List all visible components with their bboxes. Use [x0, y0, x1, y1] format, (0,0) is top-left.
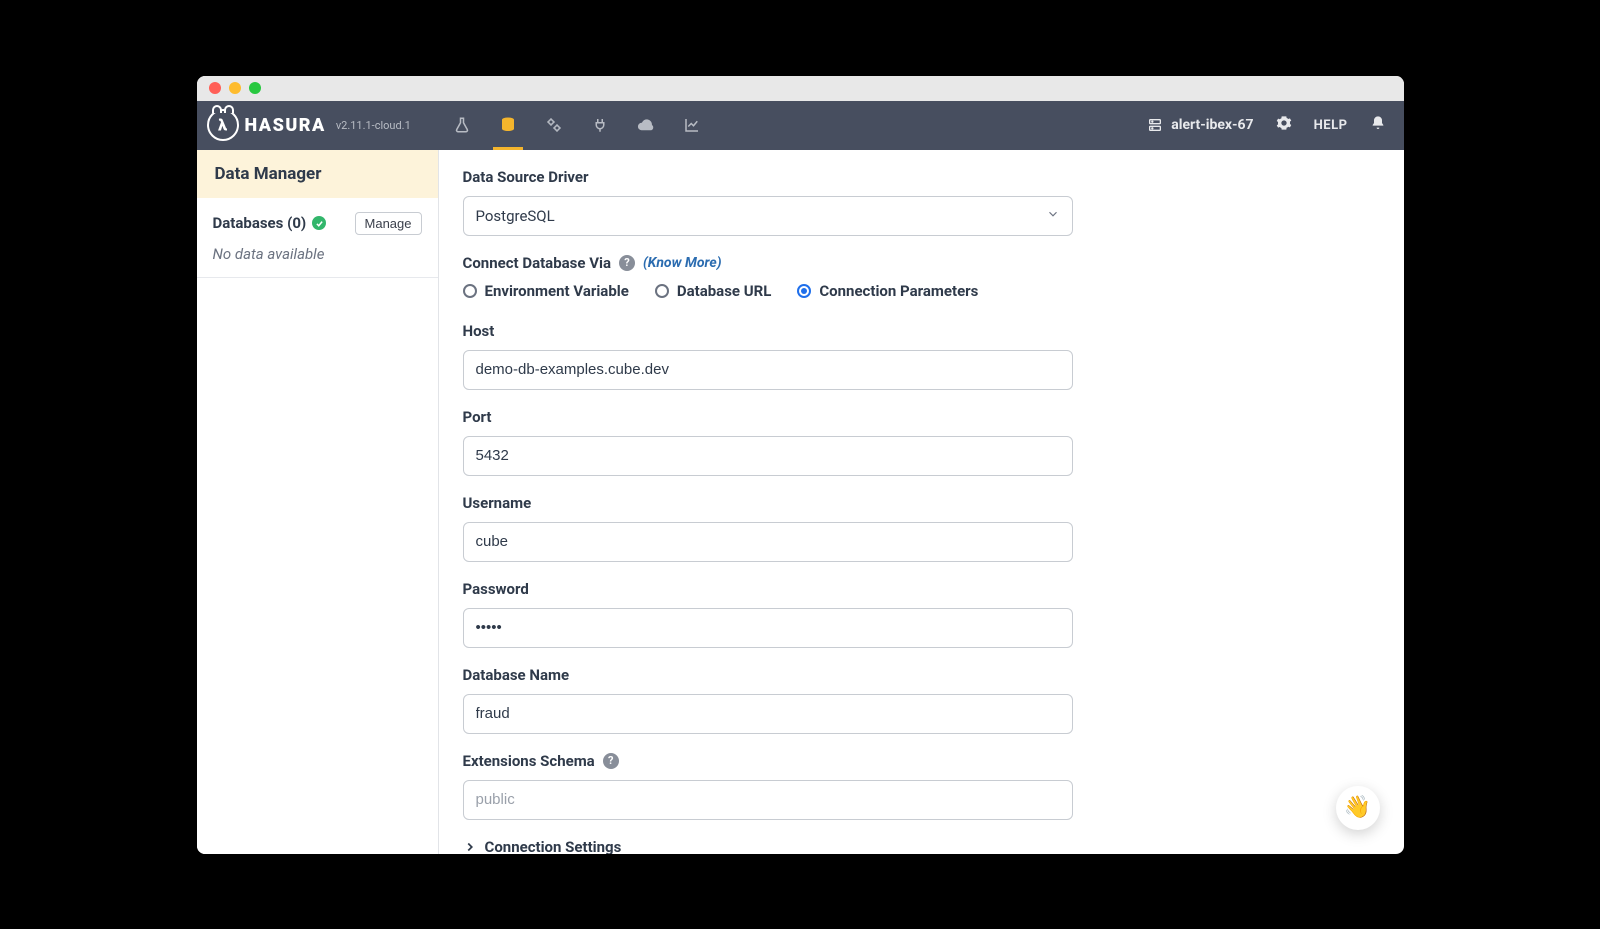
app-window: λ HASURA v2.11.1-cloud.1 — [197, 76, 1404, 854]
project-name: alert-ibex-67 — [1171, 117, 1253, 133]
traffic-light-minimize[interactable] — [229, 82, 241, 94]
main-content: Data Source Driver PostgreSQL Connect Da… — [439, 150, 1404, 854]
radio-icon — [655, 284, 669, 298]
expander-connection-settings[interactable]: Connection Settings — [463, 838, 1380, 854]
stack-icon — [1147, 117, 1163, 133]
dbname-input[interactable] — [476, 705, 1060, 722]
help-icon[interactable]: ? — [603, 753, 619, 769]
chart-line-icon — [683, 116, 701, 134]
dbname-label: Database Name — [463, 666, 1380, 684]
nav-data[interactable] — [485, 101, 531, 150]
ext-schema-input[interactable] — [476, 791, 1060, 808]
driver-select[interactable]: PostgreSQL — [463, 196, 1073, 236]
nav-api-explorer[interactable] — [439, 101, 485, 150]
gear-icon — [1276, 115, 1292, 131]
connect-via-row: Connect Database Via ? (Know More) — [463, 254, 1380, 272]
password-label: Password — [463, 580, 1380, 598]
status-ok-icon — [312, 216, 326, 230]
radio-database-url[interactable]: Database URL — [655, 282, 772, 300]
brand-name: HASURA — [245, 115, 326, 136]
project-chip[interactable]: alert-ibex-67 — [1147, 117, 1253, 133]
traffic-light-zoom[interactable] — [249, 82, 261, 94]
radio-icon — [463, 284, 477, 298]
ext-schema-row: Extensions Schema ? — [463, 752, 1380, 770]
help-icon[interactable]: ? — [619, 255, 635, 271]
brand-area: λ HASURA v2.11.1-cloud.1 — [197, 101, 439, 150]
hasura-logo-icon: λ — [207, 109, 239, 141]
brand-version: v2.11.1-cloud.1 — [336, 119, 411, 132]
chevron-down-icon — [1046, 207, 1060, 225]
radio-env-variable[interactable]: Environment Variable — [463, 282, 629, 300]
username-input[interactable] — [476, 533, 1060, 550]
nav-monitoring[interactable] — [669, 101, 715, 150]
flask-icon — [453, 116, 471, 134]
radio-connection-params[interactable]: Connection Parameters — [797, 282, 978, 300]
gears-icon — [545, 116, 563, 134]
ext-schema-label: Extensions Schema — [463, 752, 595, 770]
ext-schema-input-wrap — [463, 780, 1073, 820]
mac-titlebar — [197, 76, 1404, 101]
port-input-wrap — [463, 436, 1073, 476]
database-icon — [499, 116, 517, 134]
topbar: λ HASURA v2.11.1-cloud.1 — [197, 101, 1404, 150]
connect-via-label: Connect Database Via — [463, 254, 612, 272]
connect-via-radio-group: Environment Variable Database URL Connec… — [463, 282, 1380, 300]
username-input-wrap — [463, 522, 1073, 562]
notifications-button[interactable] — [1370, 115, 1386, 135]
radio-checked-icon — [797, 284, 811, 298]
dbname-input-wrap — [463, 694, 1073, 734]
topbar-right: alert-ibex-67 HELP — [1147, 101, 1403, 150]
password-input-wrap — [463, 608, 1073, 648]
driver-label: Data Source Driver — [463, 168, 1380, 186]
plug-icon — [591, 116, 609, 134]
host-input-wrap — [463, 350, 1073, 390]
port-input[interactable] — [476, 447, 1060, 464]
driver-value: PostgreSQL — [476, 207, 555, 225]
host-label: Host — [463, 322, 1380, 340]
password-input[interactable] — [476, 619, 1060, 636]
nav-events[interactable] — [623, 101, 669, 150]
sidebar: Data Manager Databases (0) Manage No dat… — [197, 150, 439, 854]
databases-label: Databases (0) — [213, 214, 307, 232]
know-more-link[interactable]: (Know More) — [643, 255, 722, 271]
settings-button[interactable] — [1276, 115, 1292, 135]
username-label: Username — [463, 494, 1380, 512]
no-data-text: No data available — [213, 245, 422, 263]
help-fab[interactable]: 👋 — [1336, 786, 1380, 830]
host-input[interactable] — [476, 361, 1060, 378]
help-link[interactable]: HELP — [1314, 118, 1348, 133]
wave-emoji-icon: 👋 — [1344, 795, 1371, 820]
manage-button[interactable]: Manage — [355, 212, 422, 235]
nav-actions[interactable] — [531, 101, 577, 150]
body: Data Manager Databases (0) Manage No dat… — [197, 150, 1404, 854]
traffic-light-close[interactable] — [209, 82, 221, 94]
chevron-right-icon — [463, 840, 477, 854]
sidebar-header: Data Manager — [197, 150, 438, 198]
port-label: Port — [463, 408, 1380, 426]
cloud-icon — [637, 116, 655, 134]
top-nav — [439, 101, 715, 150]
bell-icon — [1370, 115, 1386, 131]
nav-remote-schemas[interactable] — [577, 101, 623, 150]
sidebar-body: Databases (0) Manage No data available — [197, 198, 438, 278]
